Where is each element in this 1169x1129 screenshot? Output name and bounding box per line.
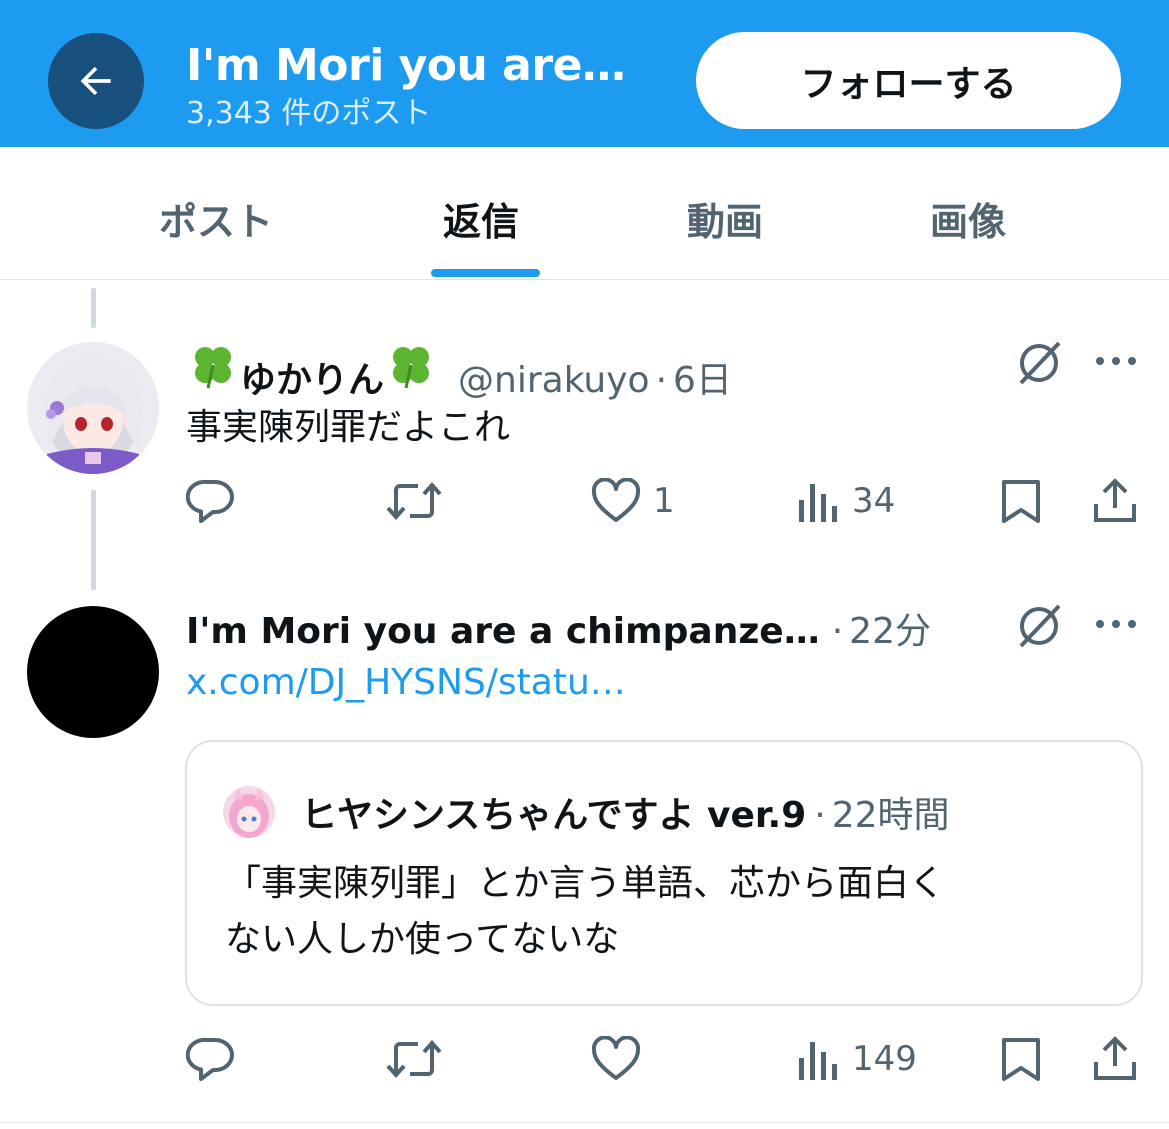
tab-images[interactable]: 画像	[930, 191, 1006, 246]
post-header: ゆかりん @nirakuyo · 6日	[186, 338, 732, 403]
reply-icon	[186, 1037, 234, 1081]
share-icon[interactable]	[1091, 1034, 1139, 1082]
anime-avatar-illustration	[27, 342, 159, 474]
view-count: 34	[852, 481, 896, 521]
quote-timestamp: 22時間	[831, 795, 950, 836]
quote-avatar	[223, 786, 275, 838]
thread-line-top	[91, 288, 96, 328]
like-button[interactable]	[591, 1036, 653, 1082]
repost-icon	[386, 1039, 442, 1079]
tab-posts[interactable]: ポスト	[159, 191, 273, 246]
profile-tabs: ポスト 返信 動画 画像	[0, 147, 1169, 280]
cutoff-show-more-link[interactable]	[186, 262, 197, 280]
views-button[interactable]: 149	[796, 1036, 917, 1082]
reply-icon	[186, 479, 234, 523]
anime-avatar-illustration	[223, 786, 275, 838]
more-icon[interactable]	[1094, 355, 1138, 367]
more-icon[interactable]	[1094, 618, 1138, 630]
like-icon	[591, 1036, 641, 1080]
bookmark-icon[interactable]	[998, 478, 1044, 524]
views-icon	[799, 484, 837, 522]
like-icon	[591, 478, 641, 522]
repost-icon	[386, 481, 442, 521]
grok-icon[interactable]	[1013, 337, 1065, 389]
quote-text-line-1: 「事実陳列罪」とか言う単語、芯から面白く	[225, 863, 946, 904]
repost-button[interactable]	[386, 1036, 454, 1082]
back-arrow-icon	[80, 66, 111, 96]
avatar[interactable]	[27, 606, 159, 738]
divider	[0, 1122, 1169, 1123]
tab-replies[interactable]: 返信	[443, 191, 519, 246]
grok-icon[interactable]	[1013, 600, 1065, 652]
separator: ·	[655, 360, 668, 401]
follow-button[interactable]: フォローする	[696, 32, 1121, 129]
quote-header: ヒヤシンスちゃんですよ ver.9 · 22時間	[301, 786, 950, 838]
share-icon[interactable]	[1091, 476, 1139, 524]
handle[interactable]: @nirakuyo	[458, 360, 650, 401]
like-count: 1	[653, 481, 675, 521]
post-link[interactable]: x.com/DJ_HYSNS/statu…	[186, 662, 626, 703]
clover-icon	[393, 347, 430, 389]
post-header: I'm Mori you are a chimpanze… · 22分	[186, 602, 931, 654]
like-button[interactable]: 1	[591, 478, 675, 524]
clover-icon	[195, 347, 231, 389]
reply-button[interactable]	[186, 1036, 248, 1082]
post-count: 3,343 件のポスト	[186, 96, 432, 131]
timestamp[interactable]: 22分	[849, 602, 931, 654]
display-name[interactable]: ゆかりん	[240, 351, 384, 403]
bookmark-icon[interactable]	[998, 1036, 1044, 1082]
quote-display-name: ヒヤシンスちゃんですよ ver.9	[301, 795, 807, 836]
thread-line-middle	[91, 490, 96, 590]
profile-title: I'm Mori you are…	[186, 40, 626, 91]
timestamp[interactable]: 6日	[673, 351, 732, 403]
display-name[interactable]: I'm Mori you are a chimpanze…	[186, 611, 820, 652]
avatar[interactable]	[27, 342, 159, 474]
separator: ·	[814, 795, 826, 836]
post-text: 事実陳列罪だよこれ	[186, 407, 511, 448]
view-count: 149	[852, 1039, 917, 1079]
tab-videos[interactable]: 動画	[687, 191, 763, 246]
active-tab-indicator	[431, 269, 540, 277]
quoted-post[interactable]: ヒヤシンスちゃんですよ ver.9 · 22時間 「事実陳列罪」とか言う単語、芯…	[185, 740, 1143, 1006]
repost-button[interactable]	[386, 478, 454, 524]
views-icon	[799, 1042, 837, 1080]
reply-button[interactable]	[186, 478, 248, 524]
views-button[interactable]: 34	[796, 478, 895, 524]
separator: ·	[831, 611, 844, 652]
quote-text-line-2: ない人しか使ってないな	[225, 919, 620, 960]
profile-header: I'm Mori you are… 3,343 件のポスト フォローする	[0, 0, 1169, 147]
back-button[interactable]	[48, 33, 144, 129]
